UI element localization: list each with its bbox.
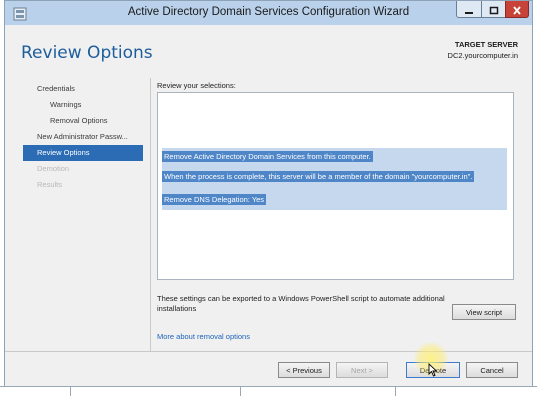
view-script-button[interactable]: View script [452, 304, 516, 320]
window-title: Active Directory Domain Services Configu… [127, 6, 410, 18]
cancel-button[interactable]: Cancel [466, 362, 518, 378]
background-divider [240, 386, 241, 396]
nav-item-credentials[interactable]: Credentials [23, 81, 143, 97]
close-button[interactable] [505, 1, 529, 18]
nav-item-demotion: Demotion [37, 164, 70, 173]
background-divider [0, 386, 537, 387]
mouse-pointer-icon [428, 362, 438, 381]
wizard-content: Review Options TARGET SERVER DC2.yourcom… [5, 25, 532, 353]
nav-item-warnings[interactable]: Warnings [23, 97, 143, 113]
nav-item-new-admin-password[interactable]: New Administrator Passw... [23, 129, 143, 145]
page-title: Review Options [21, 43, 153, 63]
background-divider [70, 386, 71, 396]
review-selections-box[interactable]: Remove Active Directory Domain Services … [157, 92, 514, 280]
review-label: Review your selections: [157, 81, 236, 90]
minimize-icon [464, 0, 474, 19]
wizard-nav: Credentials Warnings Removal Options New… [23, 81, 143, 193]
next-button: Next > [336, 362, 388, 378]
target-server-name: DC2.yourcomputer.in [447, 51, 518, 60]
wizard-window: Active Directory Domain Services Configu… [4, 0, 533, 386]
more-about-removal-link[interactable]: More about removal options [157, 332, 250, 341]
nav-divider [150, 78, 151, 353]
previous-button[interactable]: < Previous [278, 362, 330, 378]
background-divider [395, 386, 396, 396]
nav-item-review-options[interactable]: Review Options [23, 145, 143, 161]
maximize-button[interactable] [481, 1, 506, 18]
minimize-button[interactable] [456, 1, 482, 18]
close-icon [512, 0, 522, 19]
nav-item-removal-options[interactable]: Removal Options [23, 113, 143, 129]
selection-line: Remove DNS Delegation: Yes [162, 194, 267, 205]
maximize-icon [489, 0, 499, 19]
selection-line: Remove Active Directory Domain Services … [162, 151, 373, 162]
export-description: These settings can be exported to a Wind… [157, 294, 445, 313]
selection-line: When the process is complete, this serve… [162, 171, 475, 182]
target-server-label: TARGET SERVER [454, 40, 518, 49]
nav-item-results: Results [37, 180, 63, 189]
wizard-footer: < Previous Next > Demote Cancel [5, 351, 532, 386]
title-bar[interactable]: Active Directory Domain Services Configu… [5, 1, 532, 25]
